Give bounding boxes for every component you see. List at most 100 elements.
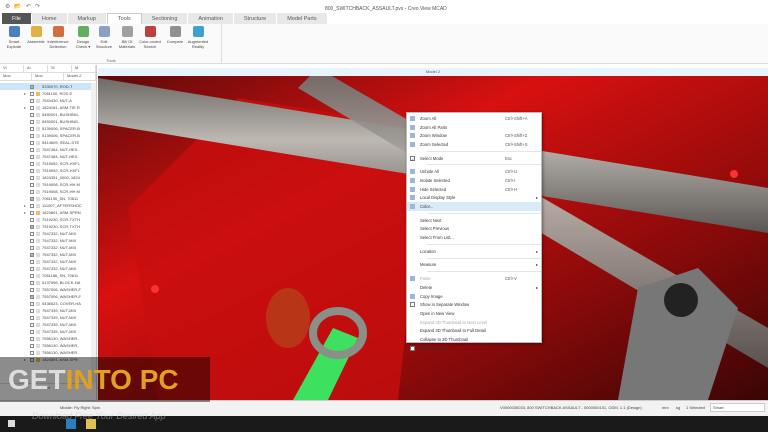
visibility-checkbox[interactable] xyxy=(30,133,34,138)
tab-home[interactable]: Home xyxy=(31,13,68,24)
panel-tab[interactable]: Si xyxy=(48,65,72,72)
tree-row[interactable]: ▸ 1823891, ASM-SPRN xyxy=(0,209,92,216)
visibility-checkbox[interactable] xyxy=(30,196,34,201)
smart-explode-button[interactable]: Smart Explode xyxy=(2,26,26,49)
menu-item-color[interactable]: Color... xyxy=(407,202,541,211)
menu-item-unhide-all[interactable]: Unhide All Ctrl+U xyxy=(407,167,541,176)
visibility-checkbox[interactable] xyxy=(30,329,34,334)
menu-item-zoom-window[interactable]: Zoom Window Ctrl+Shift+Z xyxy=(407,131,541,140)
tree-row[interactable]: 7547332, NUT-MIX xyxy=(0,230,92,237)
tab-file[interactable]: File xyxy=(2,13,32,24)
tree-row[interactable]: 5139006, SPACER-B xyxy=(0,132,92,139)
windows-start-icon[interactable] xyxy=(8,420,15,427)
visibility-checkbox[interactable] xyxy=(30,161,34,166)
tree-row[interactable]: 7557006, WASHER-F xyxy=(0,293,92,300)
tree-row[interactable]: 7547339, NUT-MIX xyxy=(0,321,92,328)
visibility-checkbox[interactable] xyxy=(30,98,34,103)
panel-tab[interactable]: Moo xyxy=(0,73,32,80)
visibility-checkbox[interactable] xyxy=(30,294,34,299)
visibility-checkbox[interactable] xyxy=(30,259,34,264)
tree-row[interactable]: 7556130, WASHER- xyxy=(0,342,92,349)
menu-item-measure[interactable]: Measure ▸ xyxy=(407,261,541,270)
visibility-checkbox[interactable] xyxy=(30,119,34,124)
visibility-checkbox[interactable] xyxy=(30,84,34,89)
panel-tab[interactable]: Vi xyxy=(0,65,24,72)
menu-item-collapse-to-3d-thumbnail[interactable]: Collapse to 3D Thumbnail xyxy=(407,335,541,344)
compare-button[interactable]: Compare xyxy=(163,26,187,44)
menu-item-select-next[interactable]: Select Next xyxy=(407,216,541,225)
interference-detection-button[interactable]: Interference Detection xyxy=(46,26,70,49)
visibility-checkbox[interactable] xyxy=(30,287,34,292)
tree-row[interactable]: 7556130, WASHER- xyxy=(0,349,92,356)
panel-tab[interactable]: Model-2 xyxy=(64,73,96,80)
visibility-checkbox[interactable] xyxy=(30,238,34,243)
tree-row[interactable]: 7547332, NUT-MIX xyxy=(0,265,92,272)
menu-item-local-display-style[interactable]: Local Display Style ▸ xyxy=(407,194,541,203)
tree-row[interactable]: 7547339, NUT-MIX xyxy=(0,307,92,314)
menu-item-open-in-new-view[interactable]: Open in New View xyxy=(407,309,541,318)
visibility-checkbox[interactable] xyxy=(30,182,34,187)
tree-row[interactable]: 5450001, BUSHING- xyxy=(0,118,92,125)
tree-row[interactable]: 7557006, WASHER-F xyxy=(0,286,92,293)
menu-item-zoom-all[interactable]: Zoom All Ctrl+Shift+A xyxy=(407,114,541,123)
tree-row[interactable]: 7519052, SCR-HXFL xyxy=(0,167,92,174)
redo-icon[interactable]: ↷ xyxy=(35,3,40,10)
visibility-checkbox[interactable] xyxy=(30,105,34,110)
menu-item-delete[interactable]: Delete ▸ xyxy=(407,283,541,292)
tree-row[interactable]: 5436523, COVER-HA xyxy=(0,300,92,307)
visibility-checkbox[interactable] xyxy=(30,315,34,320)
augmented-reality-button[interactable]: Augmented Reality xyxy=(186,26,210,49)
menu-item-edit-properties[interactable]: Edit Properties... xyxy=(407,344,541,353)
menu-item-show-in-separate-window[interactable]: Show in Separate Window xyxy=(407,300,541,309)
tree-row[interactable]: 7543430, NUT-A xyxy=(0,97,92,104)
tree-row[interactable]: 5450001, BUSHING- xyxy=(0,111,92,118)
tree-row[interactable]: 7519052, SCR-HXFL xyxy=(0,160,92,167)
visibility-checkbox[interactable] xyxy=(30,252,34,257)
menu-item-hide-selected[interactable]: Hide Selected Ctrl+H xyxy=(407,185,541,194)
edit-structure-button[interactable]: Edit Structure xyxy=(92,26,116,49)
menu-item-expand-3d-thumbnail-to-full-detail[interactable]: Expand 3D Thumbnail to Full Detail xyxy=(407,326,541,335)
tree-row[interactable]: 7547332, NUT-MIX xyxy=(0,258,92,265)
tab-markup[interactable]: Markup xyxy=(67,13,107,24)
tree-row[interactable]: 7519230, SCR-TXTH xyxy=(0,216,92,223)
visibility-checkbox[interactable] xyxy=(30,175,34,180)
bill-of-materials-button[interactable]: Bill Of Materials xyxy=(115,26,139,49)
undo-icon[interactable]: ↶ xyxy=(26,3,31,10)
visibility-checkbox[interactable] xyxy=(30,231,34,236)
tab-sectioning[interactable]: Sectioning xyxy=(141,13,189,24)
tree-row[interactable]: 7519230, SCR-TXTH xyxy=(0,223,92,230)
visibility-checkbox[interactable] xyxy=(30,322,34,327)
visibility-checkbox[interactable] xyxy=(30,112,34,117)
visibility-checkbox[interactable] xyxy=(30,308,34,313)
tab-model-parts[interactable]: Model Parts xyxy=(277,13,328,24)
visibility-checkbox[interactable] xyxy=(30,245,34,250)
tree-row[interactable]: 5139006, SPACER-B xyxy=(0,125,92,132)
tree-row[interactable]: 5330070, ROD-T xyxy=(0,83,92,90)
visibility-checkbox[interactable] xyxy=(30,273,34,278)
tab-tools[interactable]: Tools xyxy=(106,13,142,24)
tree-row[interactable]: 7519008, SCR-HH M xyxy=(0,188,92,195)
menu-item-select-from-list[interactable]: Select From List... xyxy=(407,233,541,242)
tab-structure[interactable]: Structure xyxy=(233,13,278,24)
menu-item-copy-image[interactable]: Copy Image xyxy=(407,292,541,301)
tree-row[interactable]: 7547464, NUT-HEX- xyxy=(0,153,92,160)
visibility-checkbox[interactable] xyxy=(30,343,34,348)
visibility-checkbox[interactable] xyxy=(30,336,34,341)
tree-row[interactable]: 7547464, NUT-HEX- xyxy=(0,146,92,153)
tree-scrollbar[interactable] xyxy=(91,83,96,383)
visibility-checkbox[interactable] xyxy=(30,140,34,145)
tree-row[interactable]: 7547339, NUT-MIX xyxy=(0,314,92,321)
visibility-checkbox[interactable] xyxy=(30,203,34,208)
visibility-checkbox[interactable] xyxy=(30,168,34,173)
visibility-checkbox[interactable] xyxy=(30,224,34,229)
length-units[interactable]: mm xyxy=(662,405,669,410)
tree-row[interactable]: 7547332, NUT-MIX xyxy=(0,251,92,258)
panel-tab[interactable]: Moo xyxy=(32,73,64,80)
visibility-checkbox[interactable] xyxy=(30,126,34,131)
visibility-checkbox[interactable] xyxy=(30,91,34,96)
selection-filter-select[interactable]: Smart xyxy=(710,403,765,412)
menu-item-expand-3d-thumbnail-to-next-level[interactable]: Expand 3D Thumbnail to Next Level xyxy=(407,318,541,327)
panel-tab[interactable]: Ai xyxy=(24,65,48,72)
tree-row[interactable]: 7061186_SN, 70611 xyxy=(0,272,92,279)
menu-item-select-mode[interactable]: ✓ Select Mode Esc xyxy=(407,154,541,163)
